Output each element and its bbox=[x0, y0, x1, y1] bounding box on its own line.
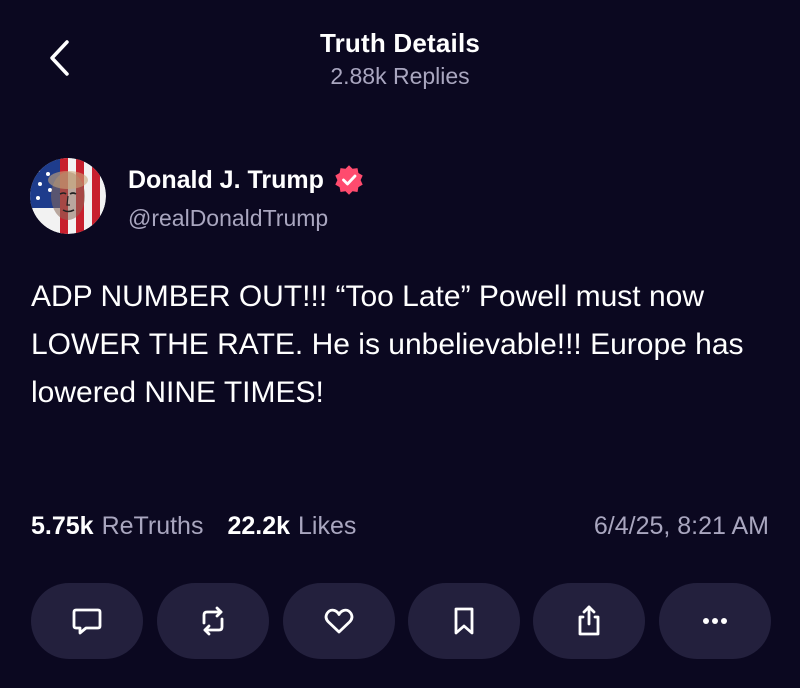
like-button[interactable] bbox=[283, 583, 395, 659]
heart-icon bbox=[324, 608, 354, 634]
truth-details-screen: Truth Details 2.88k Replies Donald J. Tr… bbox=[0, 0, 800, 688]
likes-stat[interactable]: 22.2k Likes bbox=[227, 512, 356, 541]
comment-icon bbox=[72, 608, 102, 635]
bookmark-icon bbox=[454, 607, 474, 635]
reply-button[interactable] bbox=[31, 583, 143, 659]
likes-count: 22.2k bbox=[227, 512, 291, 540]
bookmark-button[interactable] bbox=[408, 583, 520, 659]
author-name-text: Donald J. Trump bbox=[128, 165, 324, 194]
retruths-stat[interactable]: 5.75k ReTruths bbox=[31, 512, 203, 541]
repost-icon bbox=[202, 606, 224, 636]
post-timestamp: 6/4/25, 8:21 AM bbox=[593, 512, 769, 540]
author-name[interactable]: Donald J. Trump bbox=[128, 165, 364, 195]
more-icon bbox=[703, 618, 727, 624]
verified-badge-icon bbox=[334, 165, 364, 195]
page-title: Truth Details bbox=[319, 28, 481, 58]
likes-label: Likes bbox=[298, 512, 357, 540]
retruths-label: ReTruths bbox=[101, 512, 204, 540]
author-handle[interactable]: @realDonaldTrump bbox=[128, 205, 328, 232]
avatar[interactable] bbox=[30, 158, 106, 234]
retruth-button[interactable] bbox=[157, 583, 269, 659]
post-text: ADP NUMBER OUT!!! “Too Late” Powell must… bbox=[31, 280, 744, 409]
share-icon bbox=[578, 605, 600, 636]
avatar-image bbox=[30, 158, 106, 234]
retruths-count: 5.75k bbox=[31, 512, 94, 540]
top-bar: Truth Details 2.88k Replies bbox=[0, 0, 800, 100]
share-button[interactable] bbox=[533, 583, 645, 659]
post-stats: 5.75k ReTruths 22.2k Likes bbox=[31, 512, 380, 541]
action-bar bbox=[31, 583, 771, 659]
replies-count[interactable]: 2.88k Replies bbox=[0, 63, 800, 90]
more-button[interactable] bbox=[659, 583, 771, 659]
